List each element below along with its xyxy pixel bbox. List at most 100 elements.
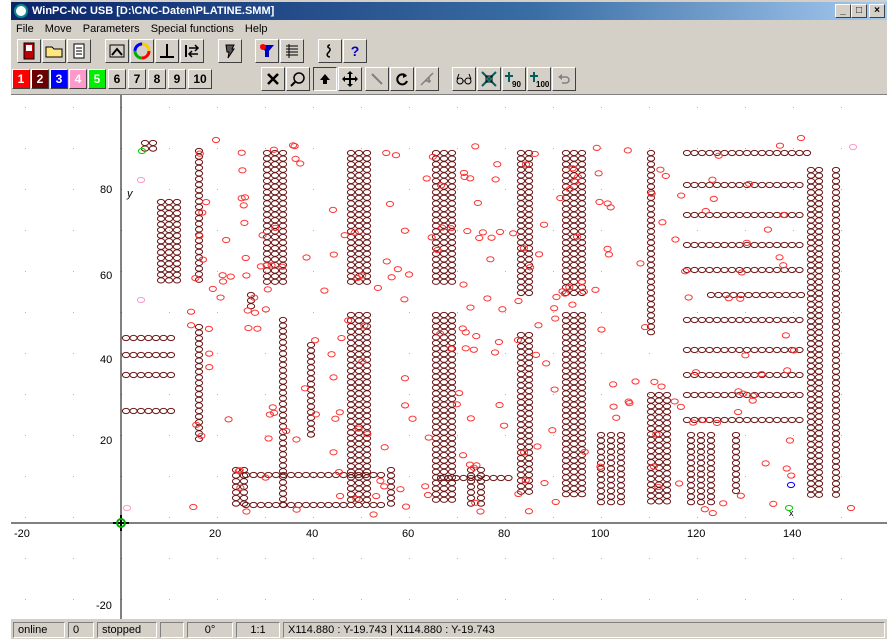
probe-button[interactable] bbox=[365, 67, 389, 91]
cancel-view-button[interactable] bbox=[261, 67, 285, 91]
rotate-button[interactable] bbox=[390, 67, 414, 91]
axis-button[interactable] bbox=[155, 39, 179, 63]
drill-hole bbox=[354, 317, 364, 324]
view-button[interactable] bbox=[105, 39, 129, 63]
tool-7-button[interactable]: 7 bbox=[128, 69, 146, 89]
drill-hole bbox=[172, 221, 182, 228]
home-view-button[interactable] bbox=[313, 67, 337, 91]
x-tick: 140 bbox=[783, 528, 801, 540]
tool-8-button[interactable]: 8 bbox=[148, 69, 166, 89]
move-view-button[interactable] bbox=[338, 67, 362, 91]
menu-move[interactable]: Move bbox=[42, 20, 75, 38]
drill-hole bbox=[346, 211, 356, 218]
drill-hole bbox=[569, 205, 579, 213]
menu-special-functions[interactable]: Special functions bbox=[148, 20, 237, 38]
drill-hole bbox=[439, 278, 449, 285]
drill-hole bbox=[542, 360, 551, 367]
tool-9-button[interactable]: 9 bbox=[168, 69, 186, 89]
drill-hole bbox=[346, 362, 356, 369]
drill-hole bbox=[362, 334, 372, 341]
drill-hole bbox=[354, 373, 364, 380]
drill-hole bbox=[831, 228, 841, 235]
rotate-100-button[interactable]: 100 bbox=[527, 67, 551, 91]
maximize-button[interactable]: □ bbox=[851, 4, 867, 18]
drill-hole bbox=[561, 356, 571, 363]
drill-hole bbox=[278, 384, 288, 391]
drill-hole bbox=[734, 408, 743, 416]
color-button[interactable] bbox=[130, 39, 154, 63]
drill-plot[interactable]: -20 20 40 60 80 100 120 140 80 60 40 20 … bbox=[11, 95, 887, 619]
drill-hole bbox=[787, 181, 797, 189]
drill-hole bbox=[806, 491, 816, 498]
drill-hole bbox=[706, 482, 716, 489]
drill-hole bbox=[696, 454, 706, 461]
drill-hole bbox=[439, 379, 449, 386]
drill-hole bbox=[156, 204, 166, 211]
menu-parameters[interactable]: Parameters bbox=[80, 20, 143, 38]
drill-hole bbox=[569, 261, 579, 269]
drill-hole bbox=[486, 256, 495, 263]
tool-5-button[interactable]: 5 bbox=[88, 69, 106, 89]
drill-hole bbox=[516, 177, 526, 185]
drill-hole bbox=[646, 397, 656, 404]
tool-4-button[interactable]: 4 bbox=[69, 69, 87, 89]
drill-hole bbox=[569, 273, 579, 280]
drill-hole bbox=[466, 478, 476, 485]
drill-hole bbox=[568, 301, 577, 308]
zoom-button[interactable] bbox=[286, 67, 310, 91]
open-folder-icon bbox=[45, 46, 63, 58]
drill-hole bbox=[731, 471, 741, 478]
drill-hole bbox=[447, 256, 457, 263]
drill-hole bbox=[561, 362, 571, 369]
plot-canvas[interactable]: -20 20 40 60 80 100 120 140 80 60 40 20 … bbox=[11, 95, 887, 619]
drill-hole bbox=[831, 200, 841, 207]
help-button[interactable]: ? bbox=[343, 39, 367, 63]
drill-hole bbox=[346, 177, 356, 185]
close-button[interactable]: × bbox=[869, 4, 885, 18]
document-button[interactable] bbox=[67, 39, 91, 63]
exit-button[interactable] bbox=[17, 39, 41, 63]
drill-hole bbox=[814, 228, 824, 235]
drill-hole bbox=[516, 421, 526, 428]
drill-hole bbox=[806, 329, 816, 336]
tool-button[interactable] bbox=[218, 39, 242, 63]
path-button[interactable] bbox=[415, 67, 439, 91]
drill-hole bbox=[561, 457, 571, 464]
drill-hole bbox=[846, 504, 856, 512]
drill-hole bbox=[354, 435, 364, 442]
info-button[interactable] bbox=[318, 39, 342, 63]
drill-hole bbox=[539, 221, 549, 228]
undo-button[interactable] bbox=[552, 67, 576, 91]
tool-6-button[interactable]: 6 bbox=[108, 69, 126, 89]
drill-hole bbox=[231, 500, 241, 507]
minimize-button[interactable]: _ bbox=[835, 4, 851, 18]
drill-hole bbox=[806, 284, 816, 291]
menu-file[interactable]: File bbox=[13, 20, 37, 38]
drill-hole bbox=[785, 437, 795, 444]
tool-3-button[interactable]: 3 bbox=[50, 69, 68, 89]
tool-2-button[interactable]: 2 bbox=[31, 69, 49, 89]
list-button[interactable] bbox=[280, 39, 304, 63]
drill-hole bbox=[362, 239, 372, 246]
title-bar[interactable]: WinPC-NC USB [D:\CNC-Daten\PLATINE.SMM] … bbox=[11, 2, 887, 20]
drill-hole bbox=[362, 189, 372, 196]
drill-hole bbox=[346, 418, 356, 425]
glasses-button[interactable] bbox=[452, 67, 476, 91]
swap-button[interactable] bbox=[180, 39, 204, 63]
drill-hole bbox=[775, 142, 785, 149]
open-button[interactable] bbox=[42, 39, 66, 63]
drill-hole bbox=[270, 172, 280, 179]
drill-hole bbox=[439, 205, 449, 213]
drill-hole bbox=[814, 278, 824, 286]
drill-hole bbox=[654, 442, 664, 449]
drill-hole bbox=[814, 267, 824, 274]
filter-button[interactable] bbox=[255, 39, 279, 63]
drill-hole bbox=[516, 250, 526, 257]
rotate-90-button[interactable]: 90 bbox=[502, 67, 526, 91]
menu-help[interactable]: Help bbox=[242, 20, 271, 38]
drill-hole bbox=[516, 432, 526, 439]
center-button[interactable] bbox=[477, 67, 501, 91]
tool-1-button[interactable]: 1 bbox=[12, 69, 30, 89]
tool-10-button[interactable]: 10 bbox=[188, 69, 212, 89]
drill-hole bbox=[166, 334, 176, 342]
